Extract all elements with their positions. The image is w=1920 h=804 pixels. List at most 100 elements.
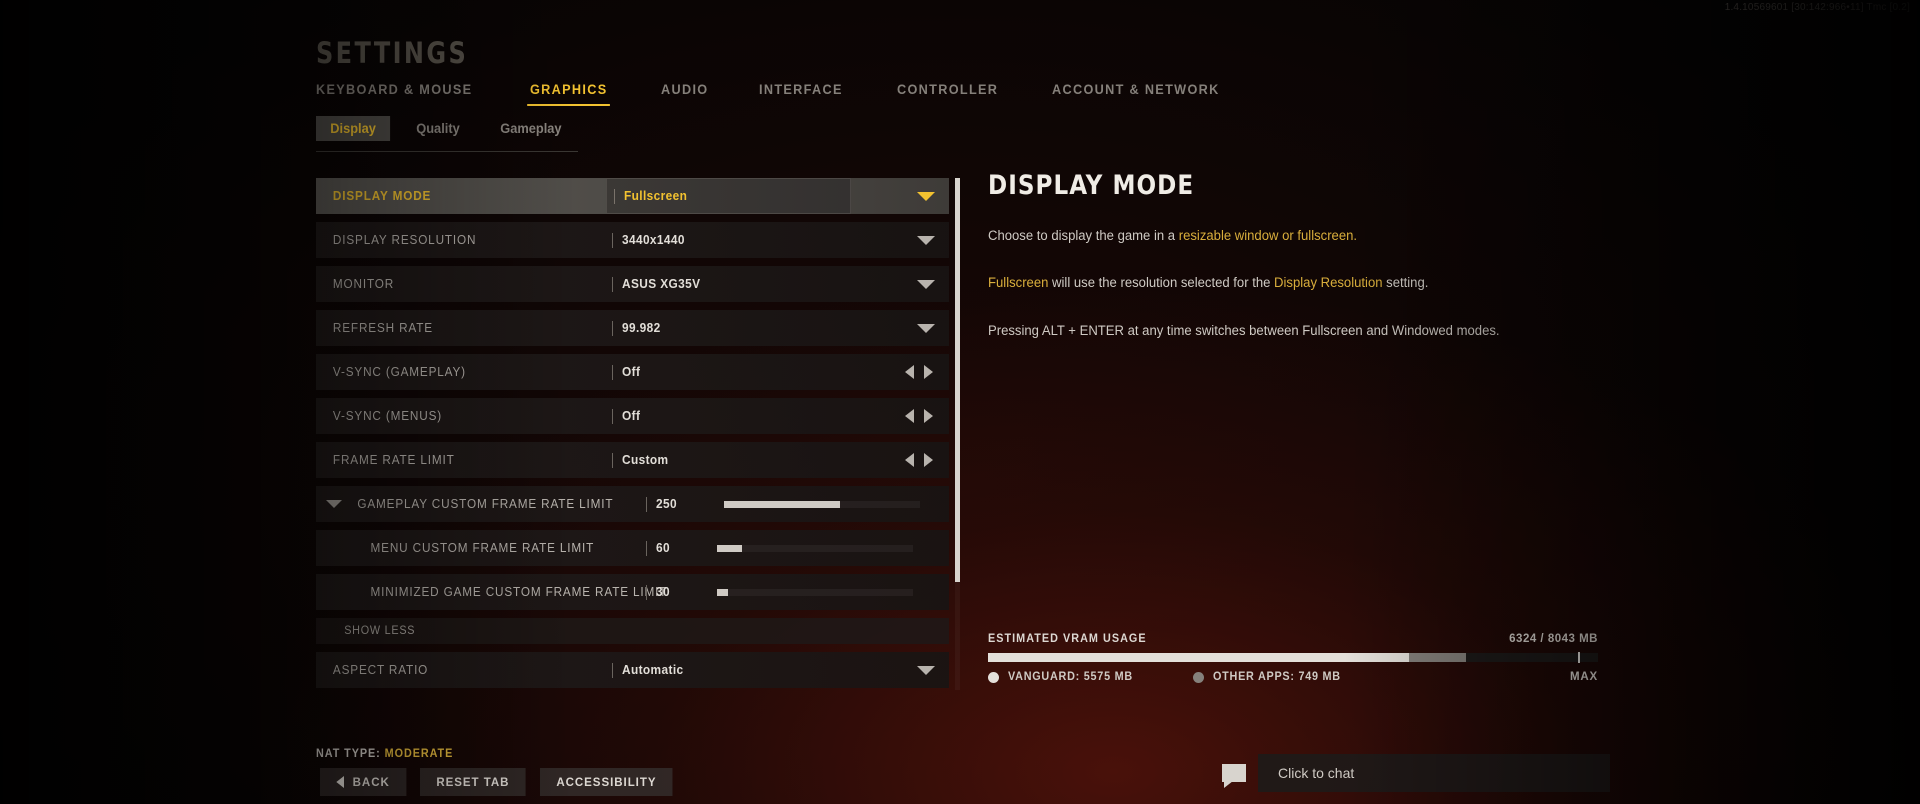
legend-dot-icon (1193, 672, 1204, 683)
setting-value: 250 (656, 497, 677, 511)
chevron-left-icon[interactable] (905, 453, 914, 467)
setting-row-display-mode[interactable]: DISPLAY MODE Fullscreen (316, 178, 949, 214)
main-tab-keyboard-mouse[interactable]: KEYBOARD & MOUSE (316, 78, 472, 106)
main-tab-audio[interactable]: AUDIO (661, 78, 708, 106)
chevron-down-icon[interactable] (917, 324, 935, 333)
dropdown-control[interactable] (917, 652, 935, 688)
setting-value-wrap: 99.982 (612, 310, 663, 346)
vram-legend-item: OTHER APPS: 749 MB (1193, 671, 1349, 683)
chat-widget[interactable]: Click to chat (1222, 754, 1610, 792)
button-label: ACCESSIBILITY (556, 775, 656, 789)
chat-input[interactable]: Click to chat (1258, 754, 1610, 792)
detail-panel: DISPLAY MODE Choose to display the game … (988, 170, 1628, 368)
chevron-left-icon[interactable] (905, 365, 914, 379)
setting-row-v-sync-gameplay[interactable]: V-SYNC (GAMEPLAY)Off (316, 354, 949, 390)
main-tab-graphics[interactable]: GRAPHICS (530, 78, 608, 106)
nat-type-status: NAT TYPE: MODERATE (316, 748, 453, 760)
button-label: BACK (353, 775, 390, 789)
detail-text: Choose to display the game in a (988, 228, 1179, 243)
legend-label: OTHER APPS: 749 MB (1213, 671, 1341, 683)
dropdown-control[interactable] (917, 266, 935, 302)
setting-row-menu-custom-frame-rate-limit[interactable]: MENU CUSTOM FRAME RATE LIMIT60 (316, 530, 949, 566)
vram-segment-other (1409, 653, 1466, 662)
chevron-down-icon[interactable] (917, 236, 935, 245)
setting-label: DISPLAY MODE (316, 189, 431, 203)
vram-max-tick (1578, 652, 1580, 663)
setting-label: GAMEPLAY CUSTOM FRAME RATE LIMIT (316, 497, 613, 511)
setting-slider[interactable] (717, 589, 913, 596)
setting-value: 3440x1440 (622, 233, 685, 247)
setting-row-gameplay-custom-frame-rate-limit[interactable]: GAMEPLAY CUSTOM FRAME RATE LIMIT 250 (316, 486, 949, 522)
slider-fill (717, 589, 729, 596)
back-arrow-icon (336, 776, 344, 788)
main-tab-controller[interactable]: CONTROLLER (897, 78, 998, 106)
chevron-right-icon[interactable] (924, 453, 933, 467)
legend-label: VANGUARD: 5575 MB (1008, 671, 1133, 683)
show-less-button[interactable]: SHOW LESS (316, 618, 949, 644)
setting-label: V-SYNC (GAMEPLAY) (316, 365, 466, 379)
sub-tab-display[interactable]: Display (316, 116, 390, 141)
setting-row-display-resolution[interactable]: DISPLAY RESOLUTION3440x1440 (316, 222, 949, 258)
chevron-right-icon[interactable] (924, 409, 933, 423)
button-label: RESET TAB (436, 775, 509, 789)
main-tab-bar: KEYBOARD & MOUSE GRAPHICS AUDIO INTERFACE CO… (316, 78, 1279, 106)
sub-tab-bar: Display Quality Gameplay (316, 116, 578, 152)
chevron-down-icon[interactable] (917, 666, 935, 675)
detail-highlight-text: Display Resolution (1274, 275, 1382, 290)
setting-row-monitor[interactable]: MONITORASUS XG35V (316, 266, 949, 302)
accessibility-button[interactable]: ACCESSIBILITY (540, 768, 673, 796)
detail-title: DISPLAY MODE (988, 170, 1596, 201)
vram-bar (988, 653, 1598, 662)
setting-slider[interactable] (724, 501, 920, 508)
setting-label: ASPECT RATIO (316, 663, 428, 677)
speech-bubble-icon (1222, 764, 1246, 782)
setting-value: Fullscreen (624, 189, 687, 203)
dropdown-control[interactable] (917, 222, 935, 258)
chevron-left-icon[interactable] (905, 409, 914, 423)
sub-tab-gameplay[interactable]: Gameplay (486, 116, 576, 141)
stepper-control[interactable] (905, 354, 935, 390)
reset-tab-button[interactable]: RESET TAB (420, 768, 526, 796)
stepper-arrows (905, 453, 933, 467)
footer-button-bar: BACK RESET TAB ACCESSIBILITY (320, 768, 678, 796)
vram-max-label: MAX (1570, 671, 1598, 683)
setting-value-wrap: ASUS XG35V (612, 266, 705, 302)
settings-screen: 1.4.10569601 [30:142:966•11] Tmc [0.2] S… (0, 0, 1920, 804)
dropdown-control[interactable] (917, 310, 935, 346)
setting-value: Off (622, 409, 640, 423)
build-version-label: 1.4.10569601 [30:142:966•11] Tmc [0.2] (1725, 2, 1910, 13)
setting-label: MINIMIZED GAME CUSTOM FRAME RATE LIMIT (316, 585, 667, 599)
stepper-control[interactable] (905, 442, 935, 478)
chevron-down-icon[interactable] (917, 192, 935, 201)
main-tab-interface[interactable]: INTERFACE (759, 78, 843, 106)
setting-row-frame-rate-limit[interactable]: FRAME RATE LIMITCustom (316, 442, 949, 478)
chevron-right-icon[interactable] (924, 365, 933, 379)
setting-value: Custom (622, 453, 668, 467)
vram-legend-item: VANGUARD: 5575 MB (988, 671, 1141, 683)
settings-scrollbar-thumb[interactable] (955, 178, 960, 582)
setting-row-v-sync-menus[interactable]: V-SYNC (MENUS)Off (316, 398, 949, 434)
vram-label: ESTIMATED VRAM USAGE (988, 633, 1147, 645)
setting-label: MENU CUSTOM FRAME RATE LIMIT (316, 541, 594, 555)
setting-label: REFRESH RATE (316, 321, 433, 335)
setting-slider[interactable] (717, 545, 913, 552)
stepper-control[interactable] (905, 398, 935, 434)
setting-row-aspect-ratio[interactable]: ASPECT RATIO Automatic (316, 652, 949, 688)
back-button[interactable]: BACK (320, 768, 406, 796)
detail-paragraph: Fullscreen will use the resolution selec… (988, 273, 1609, 293)
main-tab-account-network[interactable]: ACCOUNT & NETWORK (1052, 78, 1220, 106)
setting-row-refresh-rate[interactable]: REFRESH RATE 99.982 (316, 310, 949, 346)
sub-tab-quality[interactable]: Quality (402, 116, 474, 141)
setting-row-minimized-game-custom-frame-rate-limit[interactable]: MINIMIZED GAME CUSTOM FRAME RATE LIMIT30 (316, 574, 949, 610)
settings-scrollbar-track[interactable] (955, 178, 960, 690)
dropdown-control[interactable] (917, 178, 935, 214)
setting-value-wrap: Automatic (612, 652, 687, 688)
chevron-down-icon[interactable] (917, 280, 935, 289)
slider-fill (724, 501, 840, 508)
setting-value-wrap: Off (612, 398, 641, 434)
stepper-arrows (905, 365, 933, 379)
setting-value: Automatic (622, 663, 683, 677)
setting-value-wrap: Custom (612, 442, 671, 478)
nat-type-label: NAT TYPE: (316, 748, 381, 760)
detail-paragraph: Choose to display the game in a resizabl… (988, 226, 1609, 246)
